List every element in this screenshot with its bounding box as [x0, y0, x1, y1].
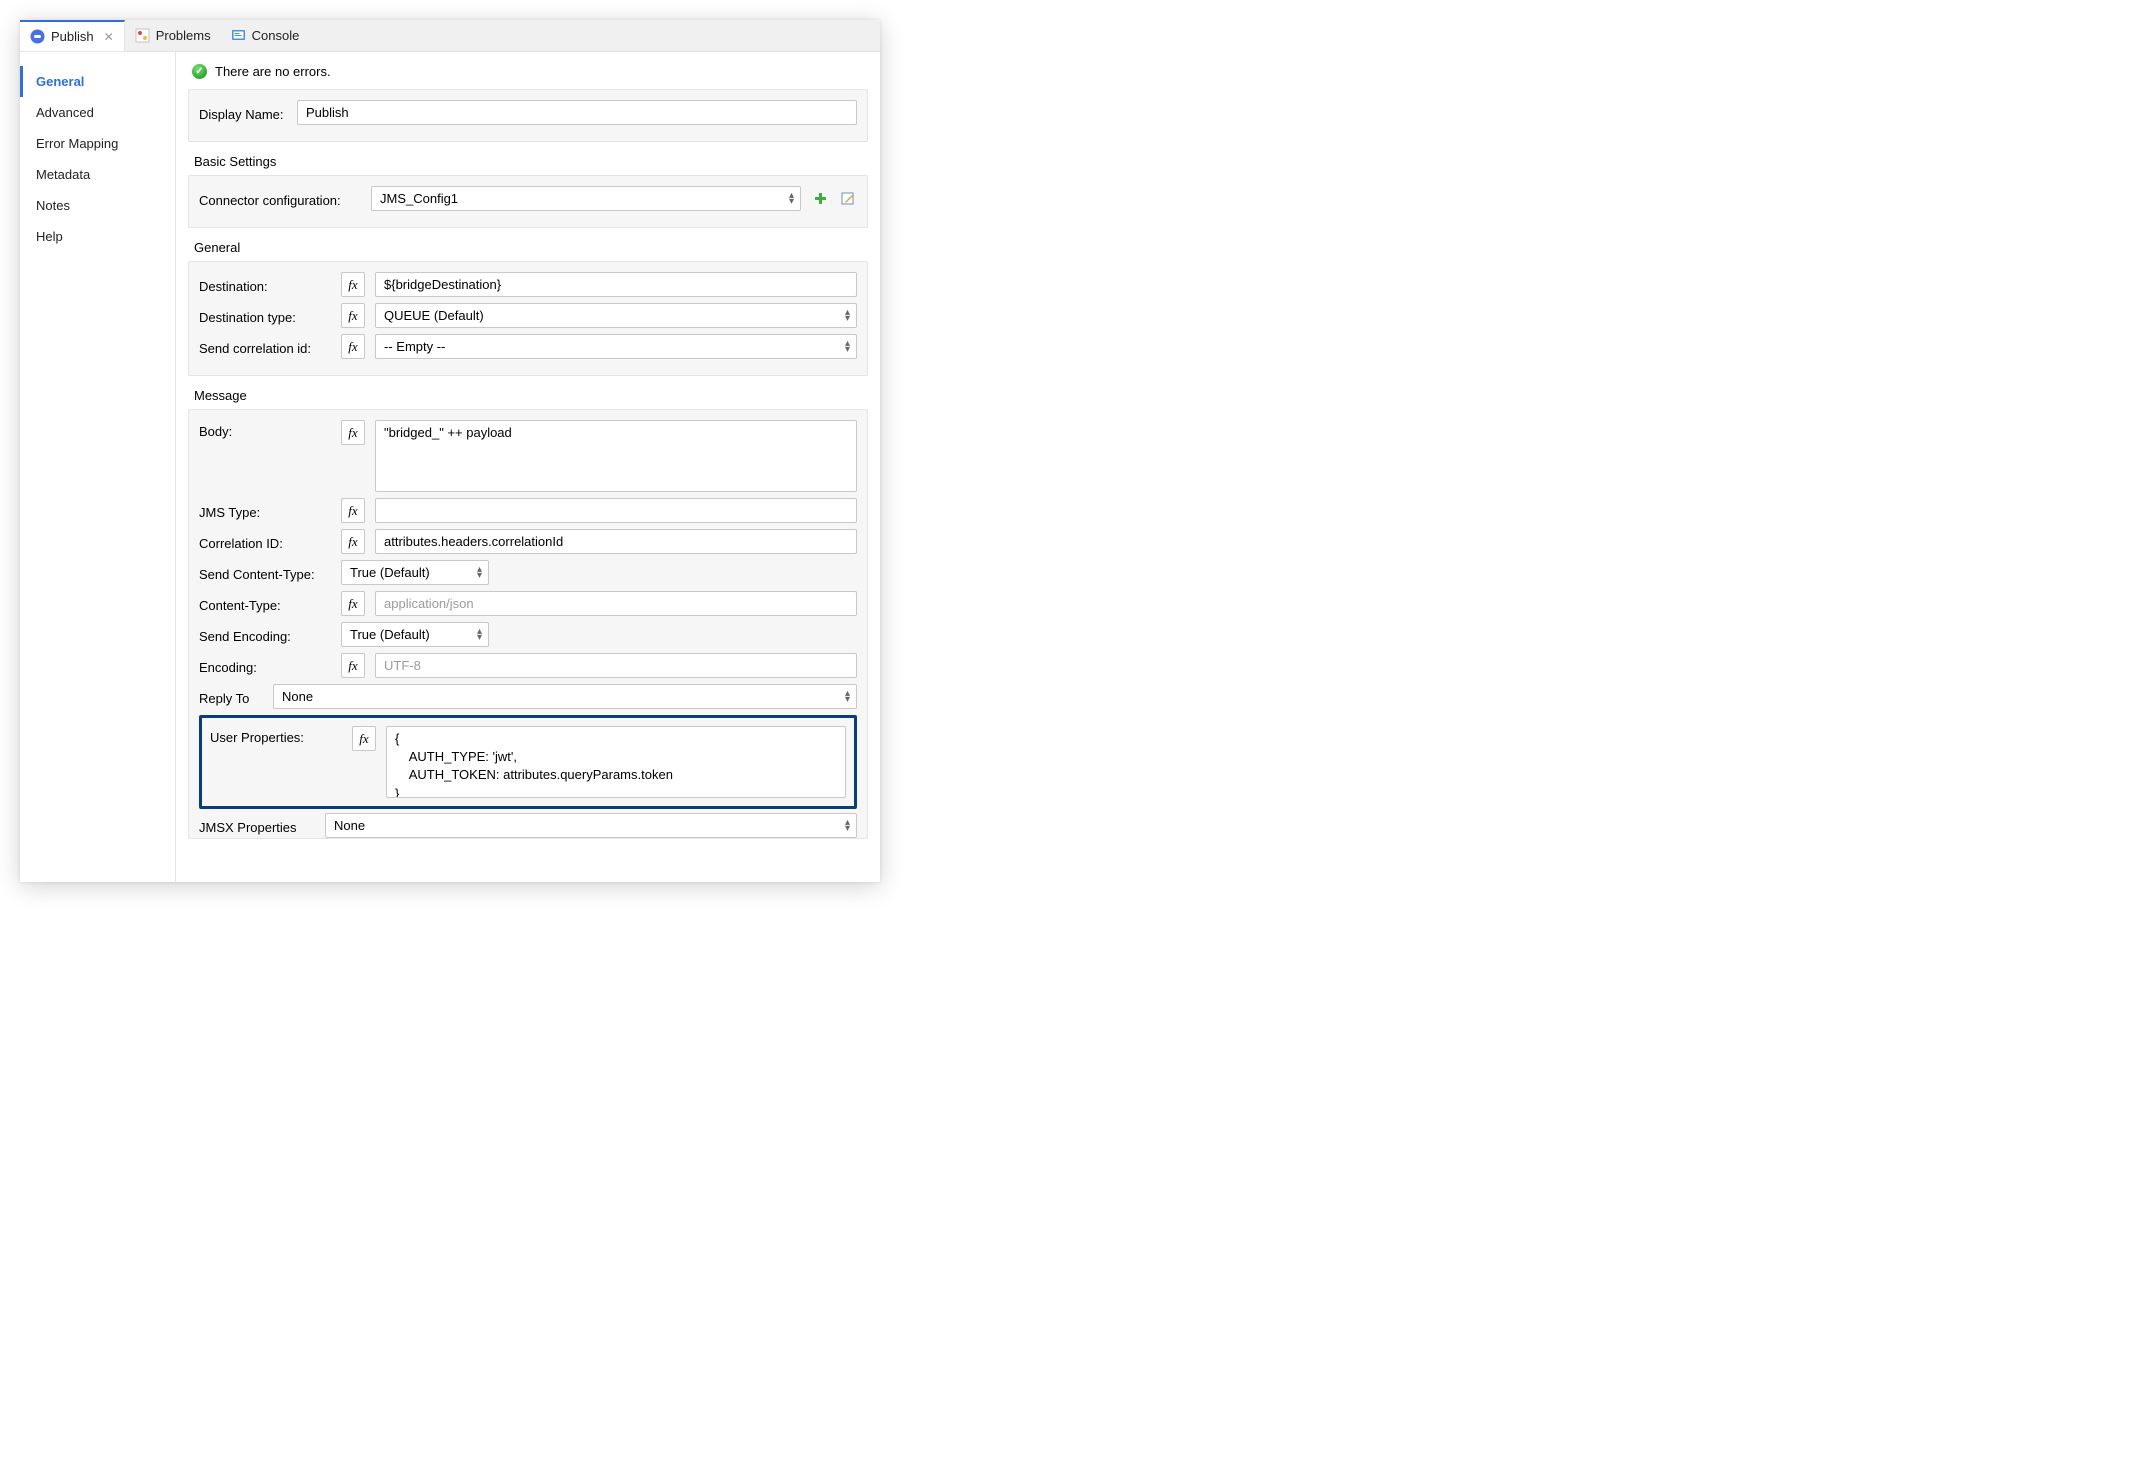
fx-button[interactable]: fx [341, 498, 365, 523]
general-title: General [188, 236, 868, 261]
tab-label: Console [252, 28, 300, 43]
close-icon[interactable]: ✕ [100, 30, 114, 44]
select-value: True (Default) [350, 565, 430, 580]
sidebar-item-notes[interactable]: Notes [20, 190, 175, 221]
console-tab-icon [231, 28, 246, 43]
reply-to-select[interactable]: None ▴▾ [273, 684, 857, 709]
select-value: None [334, 818, 365, 833]
chevron-updown-icon: ▴▾ [789, 193, 794, 205]
sidebar-item-advanced[interactable]: Advanced [20, 97, 175, 128]
basic-settings-title: Basic Settings [188, 150, 868, 175]
chevron-updown-icon: ▴▾ [845, 820, 850, 832]
edit-config-button[interactable] [839, 190, 857, 208]
destination-label: Destination: [199, 275, 331, 294]
send-content-type-label: Send Content-Type: [199, 563, 331, 582]
publish-tab-icon [30, 29, 45, 44]
select-value: -- Empty -- [384, 339, 445, 354]
body-input[interactable] [375, 420, 857, 492]
connector-config-label: Connector configuration: [199, 189, 361, 208]
send-encoding-select[interactable]: True (Default) ▴▾ [341, 622, 489, 647]
user-properties-highlight: User Properties: fx [199, 715, 857, 809]
fx-button[interactable]: fx [352, 726, 376, 751]
fx-button[interactable]: fx [341, 303, 365, 328]
message-title: Message [188, 384, 868, 409]
tab-problems[interactable]: Problems [125, 20, 221, 51]
correlation-id-input[interactable] [375, 529, 857, 554]
display-name-label: Display Name: [199, 103, 287, 122]
jms-type-input[interactable] [375, 498, 857, 523]
tab-label: Problems [156, 28, 211, 43]
destination-type-select[interactable]: QUEUE (Default) ▴▾ [375, 303, 857, 328]
jmsx-properties-select[interactable]: None ▴▾ [325, 813, 857, 838]
user-properties-label: User Properties: [210, 726, 342, 745]
chevron-updown-icon: ▴▾ [845, 341, 850, 353]
jms-type-label: JMS Type: [199, 501, 331, 520]
content-type-input[interactable] [375, 591, 857, 616]
sidebar-item-metadata[interactable]: Metadata [20, 159, 175, 190]
content-type-label: Content-Type: [199, 594, 331, 613]
chevron-updown-icon: ▴▾ [845, 310, 850, 322]
sidebar: General Advanced Error Mapping Metadata … [20, 52, 176, 882]
select-value: None [282, 689, 313, 704]
sidebar-item-help[interactable]: Help [20, 221, 175, 252]
select-value: JMS_Config1 [380, 191, 458, 206]
tab-label: Publish [51, 29, 94, 44]
ok-check-icon: ✓ [192, 64, 207, 79]
status-row: ✓ There are no errors. [188, 64, 868, 89]
send-correlation-select[interactable]: -- Empty -- ▴▾ [375, 334, 857, 359]
destination-type-label: Destination type: [199, 306, 331, 325]
encoding-input[interactable] [375, 653, 857, 678]
problems-tab-icon [135, 28, 150, 43]
fx-button[interactable]: fx [341, 591, 365, 616]
display-name-input[interactable] [297, 100, 857, 125]
sidebar-item-error-mapping[interactable]: Error Mapping [20, 128, 175, 159]
user-properties-input[interactable] [386, 726, 846, 798]
destination-input[interactable] [375, 272, 857, 297]
fx-button[interactable]: fx [341, 334, 365, 359]
fx-button[interactable]: fx [341, 420, 365, 445]
correlation-id-label: Correlation ID: [199, 532, 331, 551]
tab-console[interactable]: Console [221, 20, 310, 51]
select-value: QUEUE (Default) [384, 308, 484, 323]
chevron-updown-icon: ▴▾ [477, 629, 482, 641]
send-content-type-select[interactable]: True (Default) ▴▾ [341, 560, 489, 585]
body-label: Body: [199, 420, 331, 439]
reply-to-label: Reply To [199, 687, 263, 706]
tab-publish[interactable]: Publish ✕ [20, 20, 125, 51]
status-message: There are no errors. [215, 64, 331, 79]
chevron-updown-icon: ▴▾ [477, 567, 482, 579]
fx-button[interactable]: fx [341, 272, 365, 297]
jmsx-properties-label: JMSX Properties [199, 816, 315, 835]
encoding-label: Encoding: [199, 656, 331, 675]
tabbar: Publish ✕ Problems Console [20, 20, 880, 52]
chevron-updown-icon: ▴▾ [845, 691, 850, 703]
select-value: True (Default) [350, 627, 430, 642]
publish-editor-window: Publish ✕ Problems Console General Advan… [20, 20, 880, 882]
sidebar-item-general[interactable]: General [20, 66, 175, 97]
add-config-button[interactable] [811, 190, 829, 208]
send-encoding-label: Send Encoding: [199, 625, 331, 644]
fx-button[interactable]: fx [341, 529, 365, 554]
send-correlation-label: Send correlation id: [199, 337, 331, 356]
connector-config-select[interactable]: JMS_Config1 ▴▾ [371, 186, 801, 211]
fx-button[interactable]: fx [341, 653, 365, 678]
content-panel: ✓ There are no errors. Display Name: Bas… [176, 52, 880, 882]
